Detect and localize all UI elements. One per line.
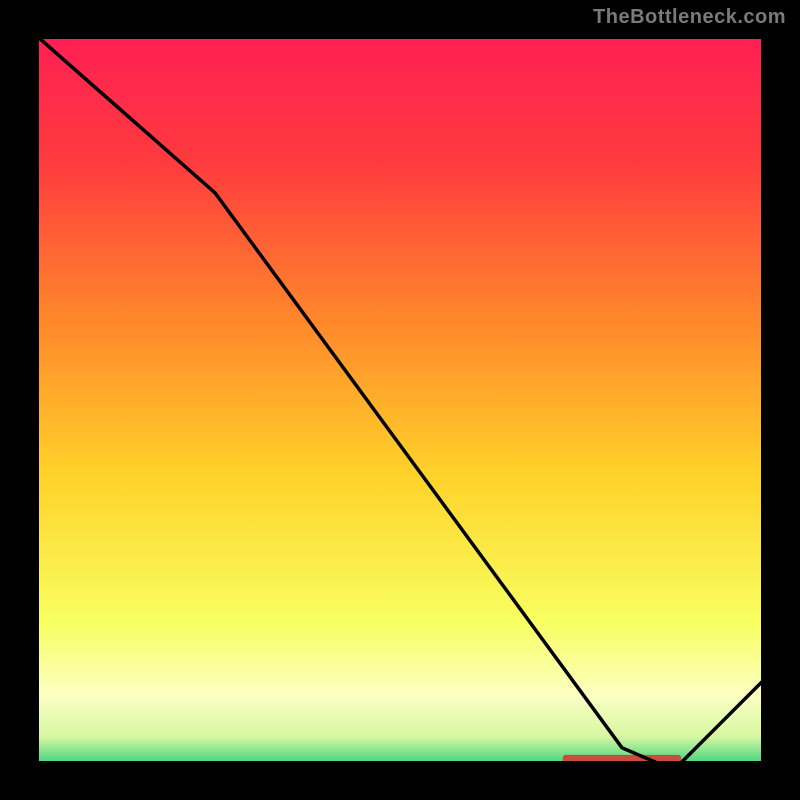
watermark-text: TheBottleneck.com (593, 6, 786, 29)
chart-svg (30, 30, 770, 770)
gradient-background (30, 30, 770, 770)
chart-frame: TheBottleneck.com (0, 0, 800, 800)
